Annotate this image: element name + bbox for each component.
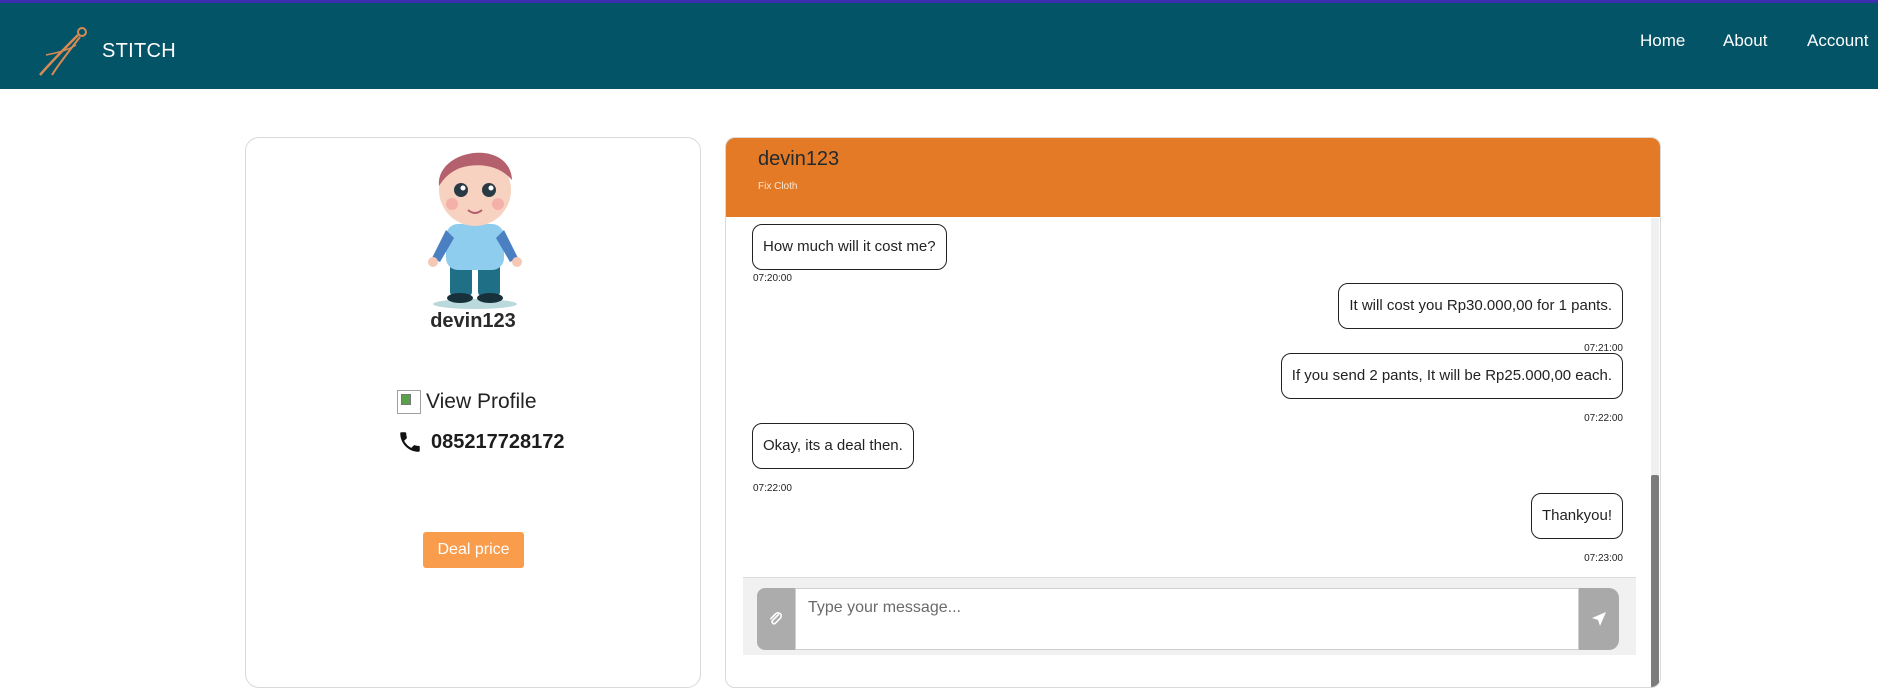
avatar — [428, 152, 522, 309]
message-bubble: Thankyou! — [1530, 493, 1623, 539]
paper-plane-icon — [1592, 612, 1606, 626]
paperclip-icon — [770, 612, 782, 625]
profile-card: devin123 View Profile 085217728172 Deal … — [245, 137, 701, 688]
phone-number: 085217728172 — [397, 429, 564, 455]
profile-username: devin123 — [430, 310, 516, 332]
navbar: STITCH Home About Account — [0, 0, 1878, 89]
attach-button[interactable] — [757, 588, 795, 650]
chat-subtitle: Fix Cloth — [758, 181, 798, 192]
send-button[interactable] — [1579, 588, 1619, 650]
message-list: How much will it cost me? 07:20:00 It wi… — [726, 217, 1650, 577]
message-time: 07:22:00 — [1584, 413, 1623, 424]
broken-image-icon — [397, 390, 421, 414]
chat-header: devin123 Fix Cloth — [726, 138, 1660, 217]
message-time: 07:22:00 — [753, 483, 792, 494]
view-profile-label: View Profile — [426, 390, 537, 413]
nav-about-link[interactable]: About — [1723, 31, 1767, 51]
brand[interactable]: STITCH — [36, 25, 176, 77]
nav-home-link[interactable]: Home — [1640, 31, 1685, 51]
message-input[interactable] — [795, 588, 1579, 650]
message-bubble: How much will it cost me? — [752, 224, 947, 270]
message-bubble: Okay, its a deal then. — [752, 423, 914, 469]
deal-price-button[interactable]: Deal price — [423, 532, 524, 568]
message-bubble: If you send 2 pants, It will be Rp25.000… — [1280, 353, 1623, 399]
phone-number-text: 085217728172 — [431, 430, 565, 453]
message-time: 07:20:00 — [753, 273, 792, 284]
message-composer — [743, 577, 1636, 655]
scrollbar-thumb[interactable] — [1651, 475, 1659, 687]
message-bubble: It will cost you Rp30.000,00 for 1 pants… — [1338, 283, 1623, 329]
view-profile-link[interactable]: View Profile — [397, 390, 537, 414]
brand-name: STITCH — [102, 39, 177, 62]
message-time: 07:23:00 — [1584, 553, 1623, 564]
phone-icon — [400, 432, 420, 452]
nav-account-link[interactable]: Account — [1807, 31, 1868, 51]
chat-title: devin123 — [758, 148, 840, 170]
chat-panel: devin123 Fix Cloth How much will it cost… — [725, 137, 1661, 688]
needle-thread-icon — [39, 27, 87, 76]
